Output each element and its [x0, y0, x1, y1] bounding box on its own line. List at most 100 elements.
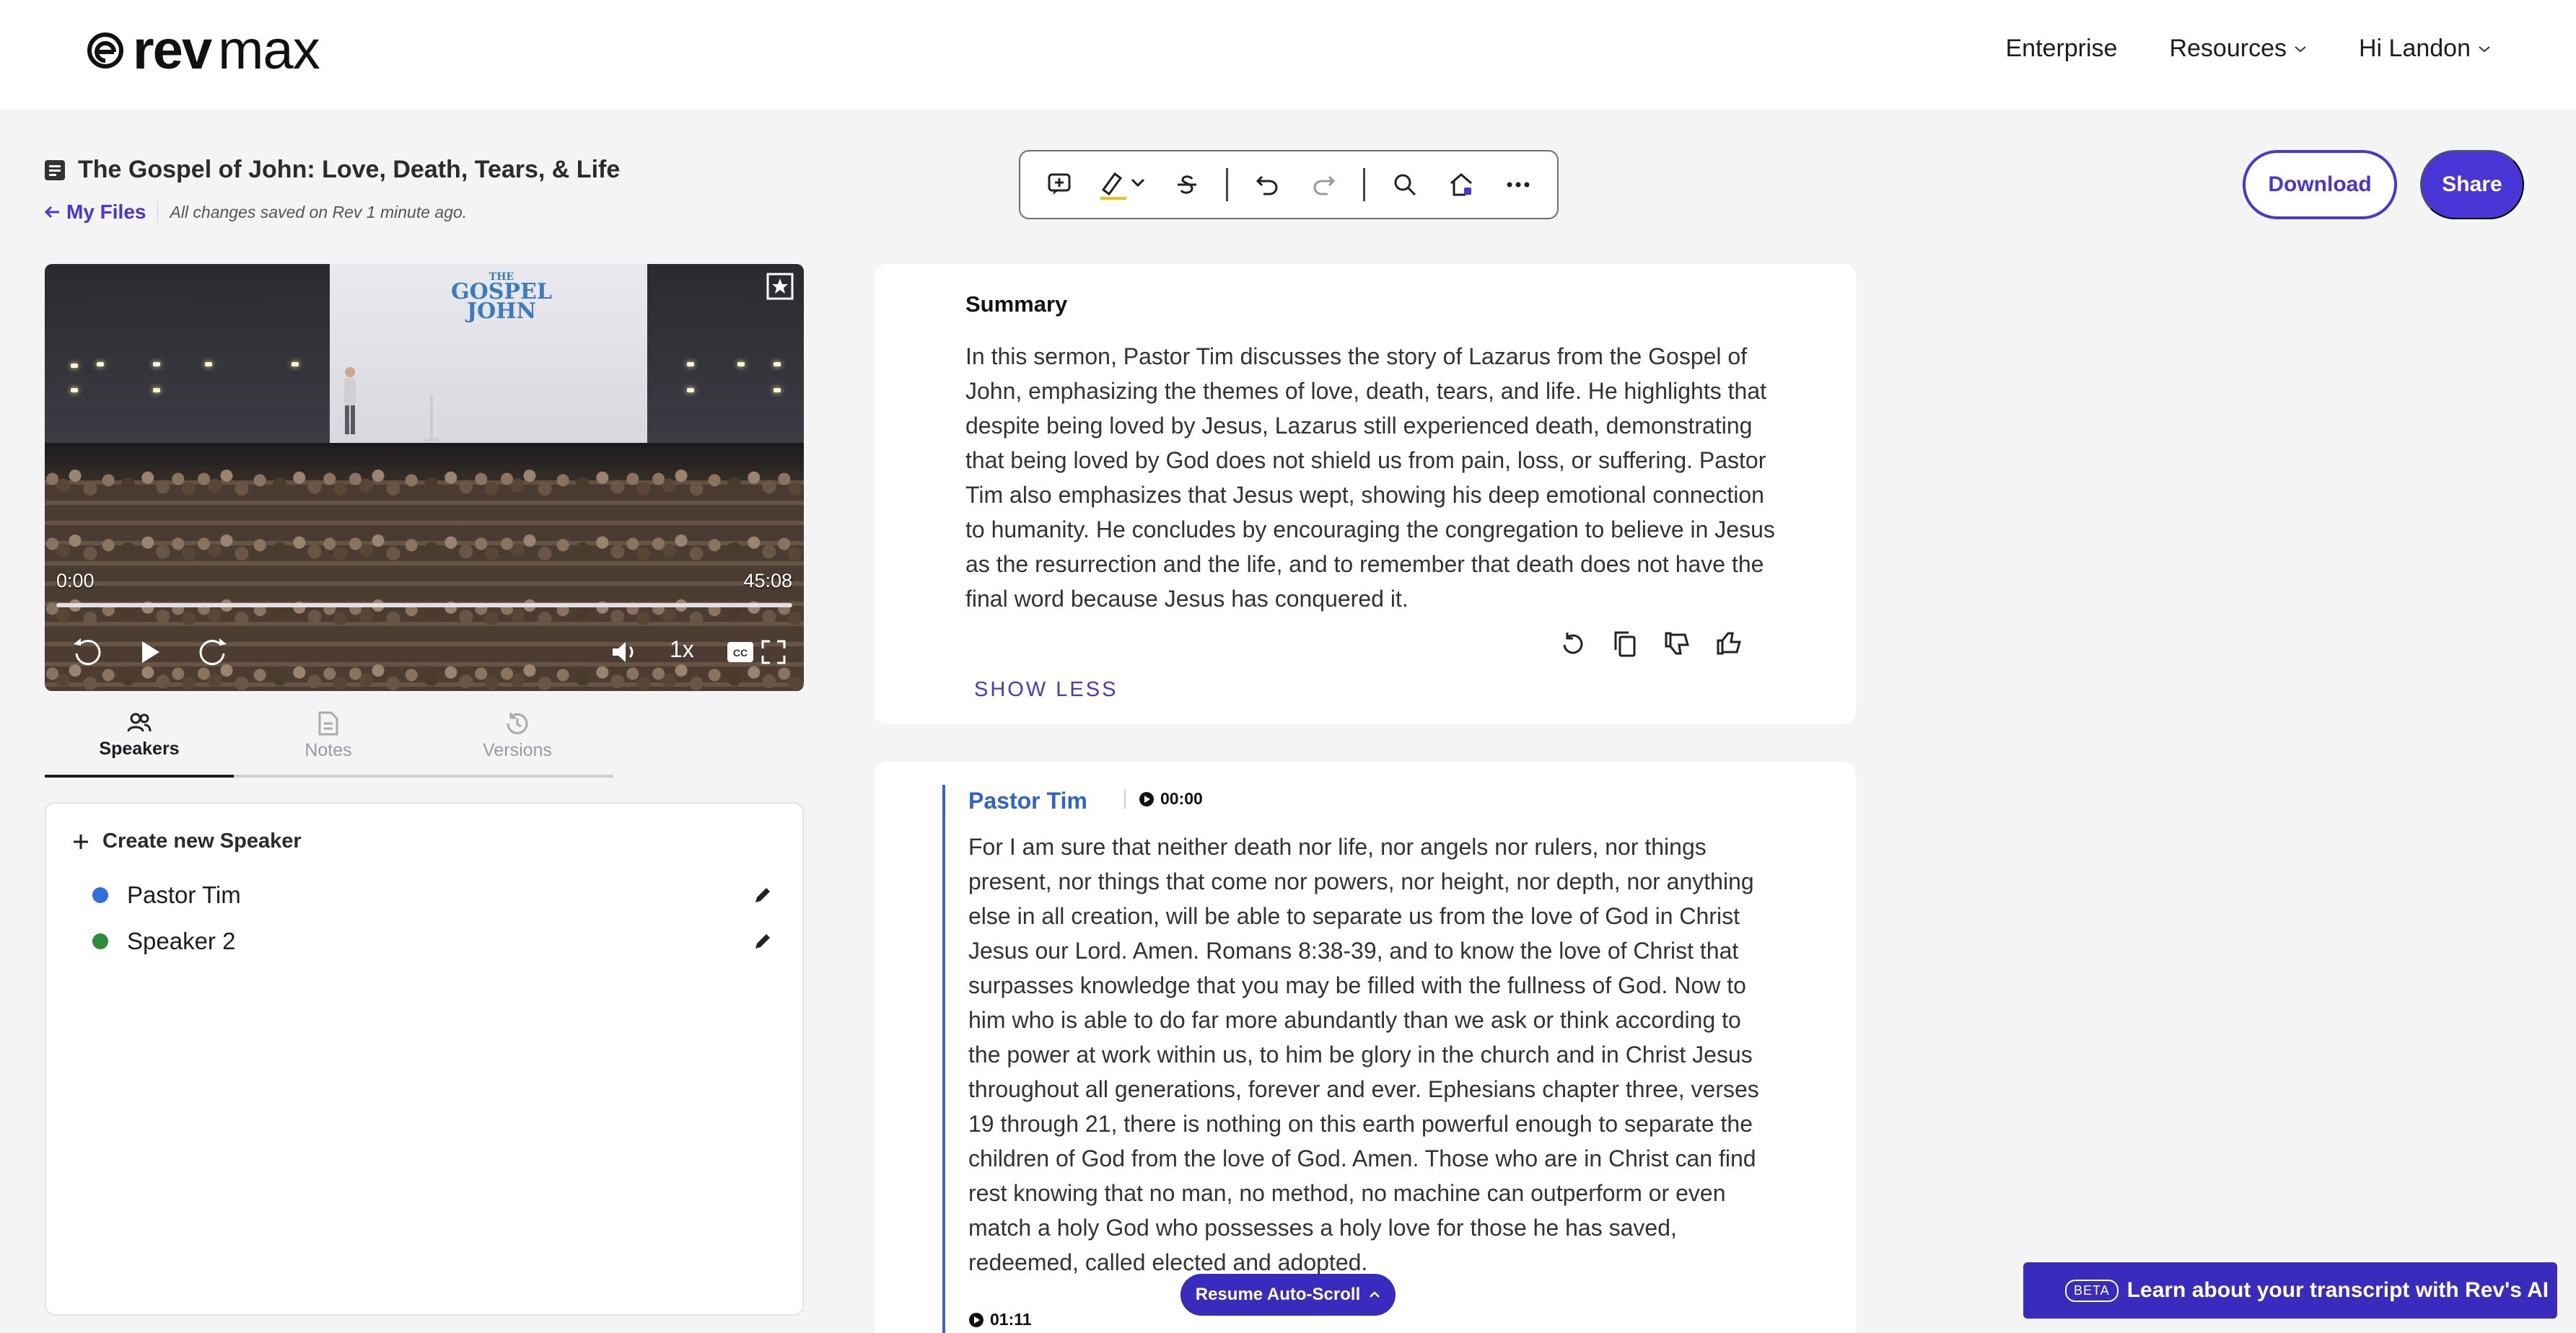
tab-versions[interactable]: Versions: [423, 710, 612, 775]
screen-text-line3: JOHN: [466, 298, 537, 324]
thumbs-down-icon: [1665, 632, 1689, 655]
stage-light: [292, 362, 299, 366]
create-speaker-button[interactable]: Create new Speaker: [72, 830, 302, 853]
speaker-row[interactable]: Pastor Tim: [92, 877, 774, 913]
stage-light: [737, 362, 745, 366]
copy-button[interactable]: [1609, 628, 1641, 659]
home-replace-icon: [1450, 173, 1473, 196]
rewind-icon: [74, 638, 101, 666]
rev-logo-icon: [87, 32, 123, 69]
forward-button[interactable]: [193, 632, 234, 672]
pencil-icon[interactable]: [752, 931, 774, 952]
stage-light: [687, 388, 694, 392]
volume-button[interactable]: [605, 632, 645, 672]
editor-toolbar: [1019, 150, 1559, 219]
rewind-button[interactable]: [66, 632, 107, 672]
my-files-link[interactable]: My Files: [43, 201, 146, 224]
speaker-row[interactable]: Speaker 2: [92, 923, 774, 959]
more-options-button[interactable]: [1500, 167, 1535, 203]
picture-in-picture-icon[interactable]: [763, 270, 797, 303]
plus-icon: [74, 834, 88, 849]
preacher-figure: [344, 367, 356, 434]
copy-icon: [1614, 631, 1636, 657]
summary-text: In this sermon, Pastor Tim discusses the…: [965, 343, 1775, 612]
screen-logo: THE GOSPEL JOHN: [451, 272, 552, 324]
sidebar-tabs: Speakers Notes Versions: [45, 710, 613, 778]
stage-light: [687, 362, 694, 366]
stage-light: [153, 388, 160, 392]
fullscreen-button[interactable]: [753, 632, 794, 672]
regenerate-button[interactable]: [1557, 628, 1589, 659]
chevron-down-icon: [2479, 45, 2490, 52]
show-less-button[interactable]: SHOW LESS: [974, 678, 1118, 702]
tab-notes-label: Notes: [305, 740, 352, 760]
download-button[interactable]: Download: [2243, 150, 2397, 219]
play-circle-icon: [1139, 791, 1154, 806]
stage-light: [71, 388, 78, 392]
stage-light: [153, 362, 160, 366]
save-status: All changes saved on Rev 1 minute ago.: [170, 202, 468, 221]
projection-screen: THE GOSPEL JOHN: [330, 264, 647, 443]
transcript-speaker-name[interactable]: Pastor Tim: [968, 788, 1087, 814]
undo-button[interactable]: [1250, 167, 1285, 203]
thumbs-up-button[interactable]: [1713, 628, 1745, 659]
speaker-color-dot: [92, 887, 108, 903]
share-button[interactable]: Share: [2420, 150, 2524, 219]
document-icon: [45, 159, 65, 180]
rev-ai-banner[interactable]: BETA Learn about your transcript with Re…: [2023, 1262, 2557, 1319]
more-horizontal-icon: [1507, 182, 1530, 188]
stage-light: [774, 362, 781, 366]
document-subheader: My Files All changes saved on Rev 1 minu…: [43, 201, 467, 224]
nav-user-label: Hi Landon: [2358, 35, 2471, 62]
svg-text:CC: CC: [733, 647, 748, 659]
stage-light: [97, 362, 104, 366]
redo-button[interactable]: [1307, 167, 1342, 203]
progress-bar[interactable]: [56, 603, 792, 607]
transcript-next-timestamp[interactable]: 01:11: [968, 1310, 1032, 1329]
pencil-icon[interactable]: [752, 884, 774, 906]
strikethrough-icon: [1177, 175, 1196, 194]
nav-enterprise[interactable]: Enterprise: [2006, 35, 2118, 63]
highlight-button[interactable]: [1099, 167, 1148, 203]
redo-icon: [1313, 175, 1336, 195]
thumbs-up-icon: [1717, 632, 1741, 655]
resume-label: Resume Auto-Scroll: [1195, 1285, 1361, 1304]
play-button[interactable]: [130, 632, 170, 672]
nav-user-menu[interactable]: Hi Landon: [2359, 35, 2491, 63]
refresh-icon: [1563, 633, 1583, 654]
rev-max-logo[interactable]: rev max: [85, 22, 320, 79]
search-button[interactable]: [1387, 167, 1422, 203]
toolbar-divider: [1363, 168, 1366, 201]
logo-rev-text: rev: [133, 19, 212, 81]
transcript-text[interactable]: For I am sure that neither death nor lif…: [968, 830, 1777, 1280]
play-icon: [142, 641, 159, 663]
summary-actions: [1557, 628, 1745, 659]
transcript-card: Pastor Tim 00:00 For I am sure that neit…: [875, 762, 1856, 1333]
stage-light: [205, 362, 212, 366]
video-player[interactable]: THE GOSPEL JOHN 0:00 45:08 1x CC: [45, 264, 804, 691]
add-comment-button[interactable]: [1042, 167, 1077, 203]
beta-badge: BETA: [2065, 1279, 2119, 1302]
stage-light: [774, 388, 781, 392]
arrow-left-icon: [44, 206, 59, 219]
strikethrough-button[interactable]: [1170, 167, 1205, 203]
tab-notes[interactable]: Notes: [234, 710, 423, 775]
resume-auto-scroll-button[interactable]: Resume Auto-Scroll: [1180, 1274, 1396, 1316]
speakers-panel: Create new Speaker Pastor Tim Speaker 2: [45, 802, 804, 1316]
play-circle-icon: [969, 1312, 983, 1327]
tab-versions-label: Versions: [483, 740, 552, 760]
thumbs-down-button[interactable]: [1661, 628, 1693, 659]
replace-button[interactable]: [1444, 167, 1479, 203]
playback-speed[interactable]: 1x: [670, 636, 694, 663]
tab-speakers[interactable]: Speakers: [45, 710, 234, 778]
transcript-timestamp[interactable]: 00:00: [1124, 789, 1203, 809]
closed-captions-icon: CC: [727, 642, 753, 662]
volume-icon: [613, 642, 634, 662]
divider: [157, 202, 159, 222]
speaker-color-dot: [92, 933, 108, 949]
nav-resources[interactable]: Resources: [2169, 35, 2307, 63]
duration: 45:08: [743, 570, 792, 591]
document-title[interactable]: The Gospel of John: Love, Death, Tears, …: [78, 156, 620, 184]
history-icon: [507, 713, 528, 734]
my-files-label: My Files: [66, 201, 146, 223]
